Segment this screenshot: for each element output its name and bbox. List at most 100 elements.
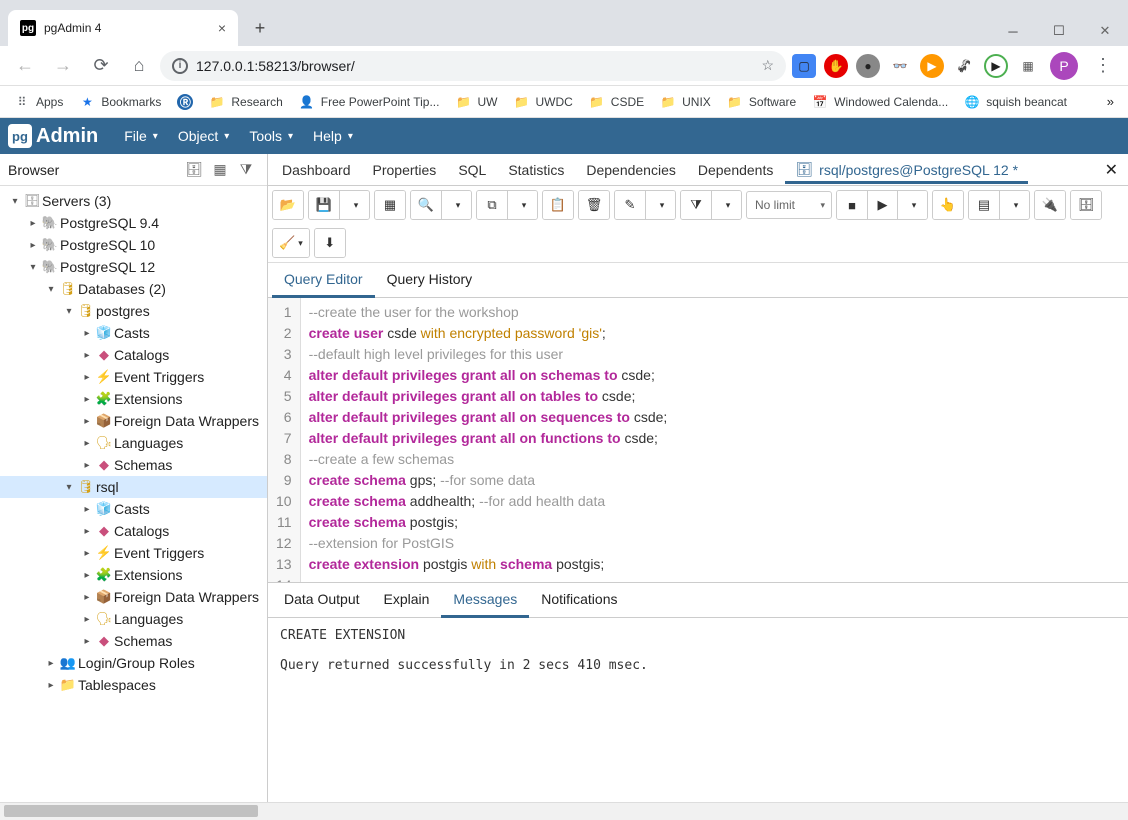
- edit-dropdown[interactable]: [645, 191, 675, 219]
- browser-tab[interactable]: pg pgAdmin 4 ×: [8, 10, 238, 46]
- bookmark-item[interactable]: 📁Software: [721, 90, 802, 114]
- tree-item[interactable]: ▸🧊Casts: [0, 498, 267, 520]
- ext-icon-5[interactable]: ▶: [920, 54, 944, 78]
- new-tab-button[interactable]: +: [246, 14, 274, 42]
- edit-button[interactable]: ✎: [615, 191, 645, 219]
- tree-expander[interactable]: ▸: [44, 680, 58, 691]
- tree-item[interactable]: ▸🐘PostgreSQL 10: [0, 234, 267, 256]
- back-button[interactable]: ←: [8, 49, 42, 83]
- tree-item[interactable]: ▾🛢Databases (2): [0, 278, 267, 300]
- browser-grid-icon[interactable]: ▦: [207, 158, 233, 182]
- tree-item[interactable]: ▾🛢rsql: [0, 476, 267, 498]
- tree-expander[interactable]: ▾: [44, 284, 58, 295]
- bookmark-item[interactable]: 📁UW: [449, 90, 503, 114]
- browser-connect-icon[interactable]: 🗄: [181, 158, 207, 182]
- editor-tab[interactable]: Query History: [375, 263, 485, 297]
- tree-item[interactable]: ▸◆Schemas: [0, 630, 267, 652]
- bookmark-item[interactable]: 🌐squish beancat: [958, 90, 1073, 114]
- delete-button[interactable]: 🗑: [579, 191, 609, 219]
- ext-icon-4[interactable]: 👓: [888, 54, 912, 78]
- menu-object[interactable]: Object: [168, 122, 240, 150]
- tree-expander[interactable]: ▾: [62, 482, 76, 493]
- tab-dependents[interactable]: Dependents: [688, 156, 784, 184]
- limit-select[interactable]: No limit: [746, 191, 832, 219]
- tree-expander[interactable]: ▸: [80, 526, 94, 537]
- ext-icon-adblock[interactable]: ✋: [824, 54, 848, 78]
- close-window-button[interactable]: ✕: [1082, 16, 1128, 46]
- close-panel-icon[interactable]: ✕: [1099, 160, 1124, 180]
- ext-icon-8[interactable]: ▦: [1016, 54, 1040, 78]
- address-bar[interactable]: i 127.0.0.1:58213/browser/ ☆: [160, 51, 786, 81]
- explain-button[interactable]: 👆: [933, 191, 963, 219]
- bookmark-item[interactable]: 📁UWDC: [507, 90, 578, 114]
- tree-item[interactable]: ▸◆Catalogs: [0, 344, 267, 366]
- tree-expander[interactable]: ▸: [80, 416, 94, 427]
- download-button[interactable]: ⬇: [315, 229, 345, 257]
- ext-icon-7[interactable]: ▶: [984, 54, 1008, 78]
- ext-icon-6[interactable]: 🦨: [952, 54, 976, 78]
- tree-item[interactable]: ▸🗣Languages: [0, 432, 267, 454]
- tree-item[interactable]: ▸⚡Event Triggers: [0, 366, 267, 388]
- tree-item[interactable]: ▾🐘PostgreSQL 12: [0, 256, 267, 278]
- output-tab[interactable]: Data Output: [272, 583, 372, 617]
- bookmark-item[interactable]: 👤Free PowerPoint Tip...: [293, 90, 446, 114]
- filter-dropdown[interactable]: [711, 191, 741, 219]
- bookmark-item[interactable]: 📁UNIX: [654, 90, 717, 114]
- maximize-button[interactable]: ☐: [1036, 16, 1082, 46]
- menu-help[interactable]: Help: [303, 122, 363, 150]
- home-button[interactable]: ⌂: [122, 49, 156, 83]
- commit-dropdown[interactable]: [999, 191, 1029, 219]
- minimize-button[interactable]: ─: [990, 16, 1036, 46]
- bookmarks-overflow[interactable]: »: [1101, 94, 1120, 109]
- tab-dashboard[interactable]: Dashboard: [272, 156, 361, 184]
- tree-expander[interactable]: ▸: [80, 504, 94, 515]
- find-button[interactable]: 🔍: [411, 191, 441, 219]
- kebab-menu[interactable]: ⋮: [1086, 49, 1120, 83]
- active-query-tab[interactable]: 🗄rsql/postgres@PostgreSQL 12 *: [785, 155, 1028, 184]
- find-dropdown[interactable]: [441, 191, 471, 219]
- tree-item[interactable]: ▸🐘PostgreSQL 9.4: [0, 212, 267, 234]
- output-tab[interactable]: Messages: [441, 583, 529, 618]
- tree-item[interactable]: ▸🧊Casts: [0, 322, 267, 344]
- output-tab[interactable]: Notifications: [529, 583, 629, 617]
- tree-expander[interactable]: ▾: [62, 306, 76, 317]
- commit-button[interactable]: ▤: [969, 191, 999, 219]
- code-content[interactable]: --create the user for the workshopcreate…: [301, 298, 1128, 582]
- bookmark-item[interactable]: ⠿Apps: [8, 90, 69, 114]
- tree-expander[interactable]: ▾: [26, 262, 40, 273]
- sql-editor[interactable]: 1234567891011121314 --create the user fo…: [268, 298, 1128, 582]
- tree-expander[interactable]: ▸: [80, 438, 94, 449]
- tree-expander[interactable]: ▸: [80, 328, 94, 339]
- clear-button[interactable]: 🧹: [273, 229, 309, 257]
- bookmark-item[interactable]: 📁Research: [203, 90, 288, 114]
- reload-button[interactable]: ⟳: [84, 49, 118, 83]
- horizontal-scrollbar[interactable]: [0, 802, 1128, 820]
- tree-item[interactable]: ▸🧩Extensions: [0, 564, 267, 586]
- output-tab[interactable]: Explain: [372, 583, 442, 617]
- tree-item[interactable]: ▸📦Foreign Data Wrappers: [0, 410, 267, 432]
- ext-icon-1[interactable]: ▢: [792, 54, 816, 78]
- save-button[interactable]: 💾: [309, 191, 339, 219]
- editor-tab[interactable]: Query Editor: [272, 263, 375, 298]
- tree-item[interactable]: ▸◆Schemas: [0, 454, 267, 476]
- tree-expander[interactable]: ▸: [80, 636, 94, 647]
- tree-item[interactable]: ▸👥Login/Group Roles: [0, 652, 267, 674]
- edit-grid-button[interactable]: ▦: [375, 191, 405, 219]
- tree-expander[interactable]: ▸: [80, 394, 94, 405]
- execute-button[interactable]: ▶: [867, 191, 897, 219]
- tree-item[interactable]: ▸🗣Languages: [0, 608, 267, 630]
- tree-expander[interactable]: ▾: [8, 196, 22, 207]
- open-file-button[interactable]: 📂: [273, 191, 303, 219]
- tree-item[interactable]: ▸📁Tablespaces: [0, 674, 267, 696]
- copy-button[interactable]: ⧉: [477, 191, 507, 219]
- tab-properties[interactable]: Properties: [363, 156, 447, 184]
- save-dropdown[interactable]: [339, 191, 369, 219]
- tree-expander[interactable]: ▸: [26, 240, 40, 251]
- filter-button[interactable]: ⧩: [681, 191, 711, 219]
- scrollbar-thumb[interactable]: [4, 805, 258, 817]
- tree-item[interactable]: ▾🛢postgres: [0, 300, 267, 322]
- tree-item[interactable]: ▸📦Foreign Data Wrappers: [0, 586, 267, 608]
- bookmark-item[interactable]: Ⓡ: [171, 90, 199, 114]
- tab-sql[interactable]: SQL: [448, 156, 496, 184]
- paste-button[interactable]: 📋: [543, 191, 573, 219]
